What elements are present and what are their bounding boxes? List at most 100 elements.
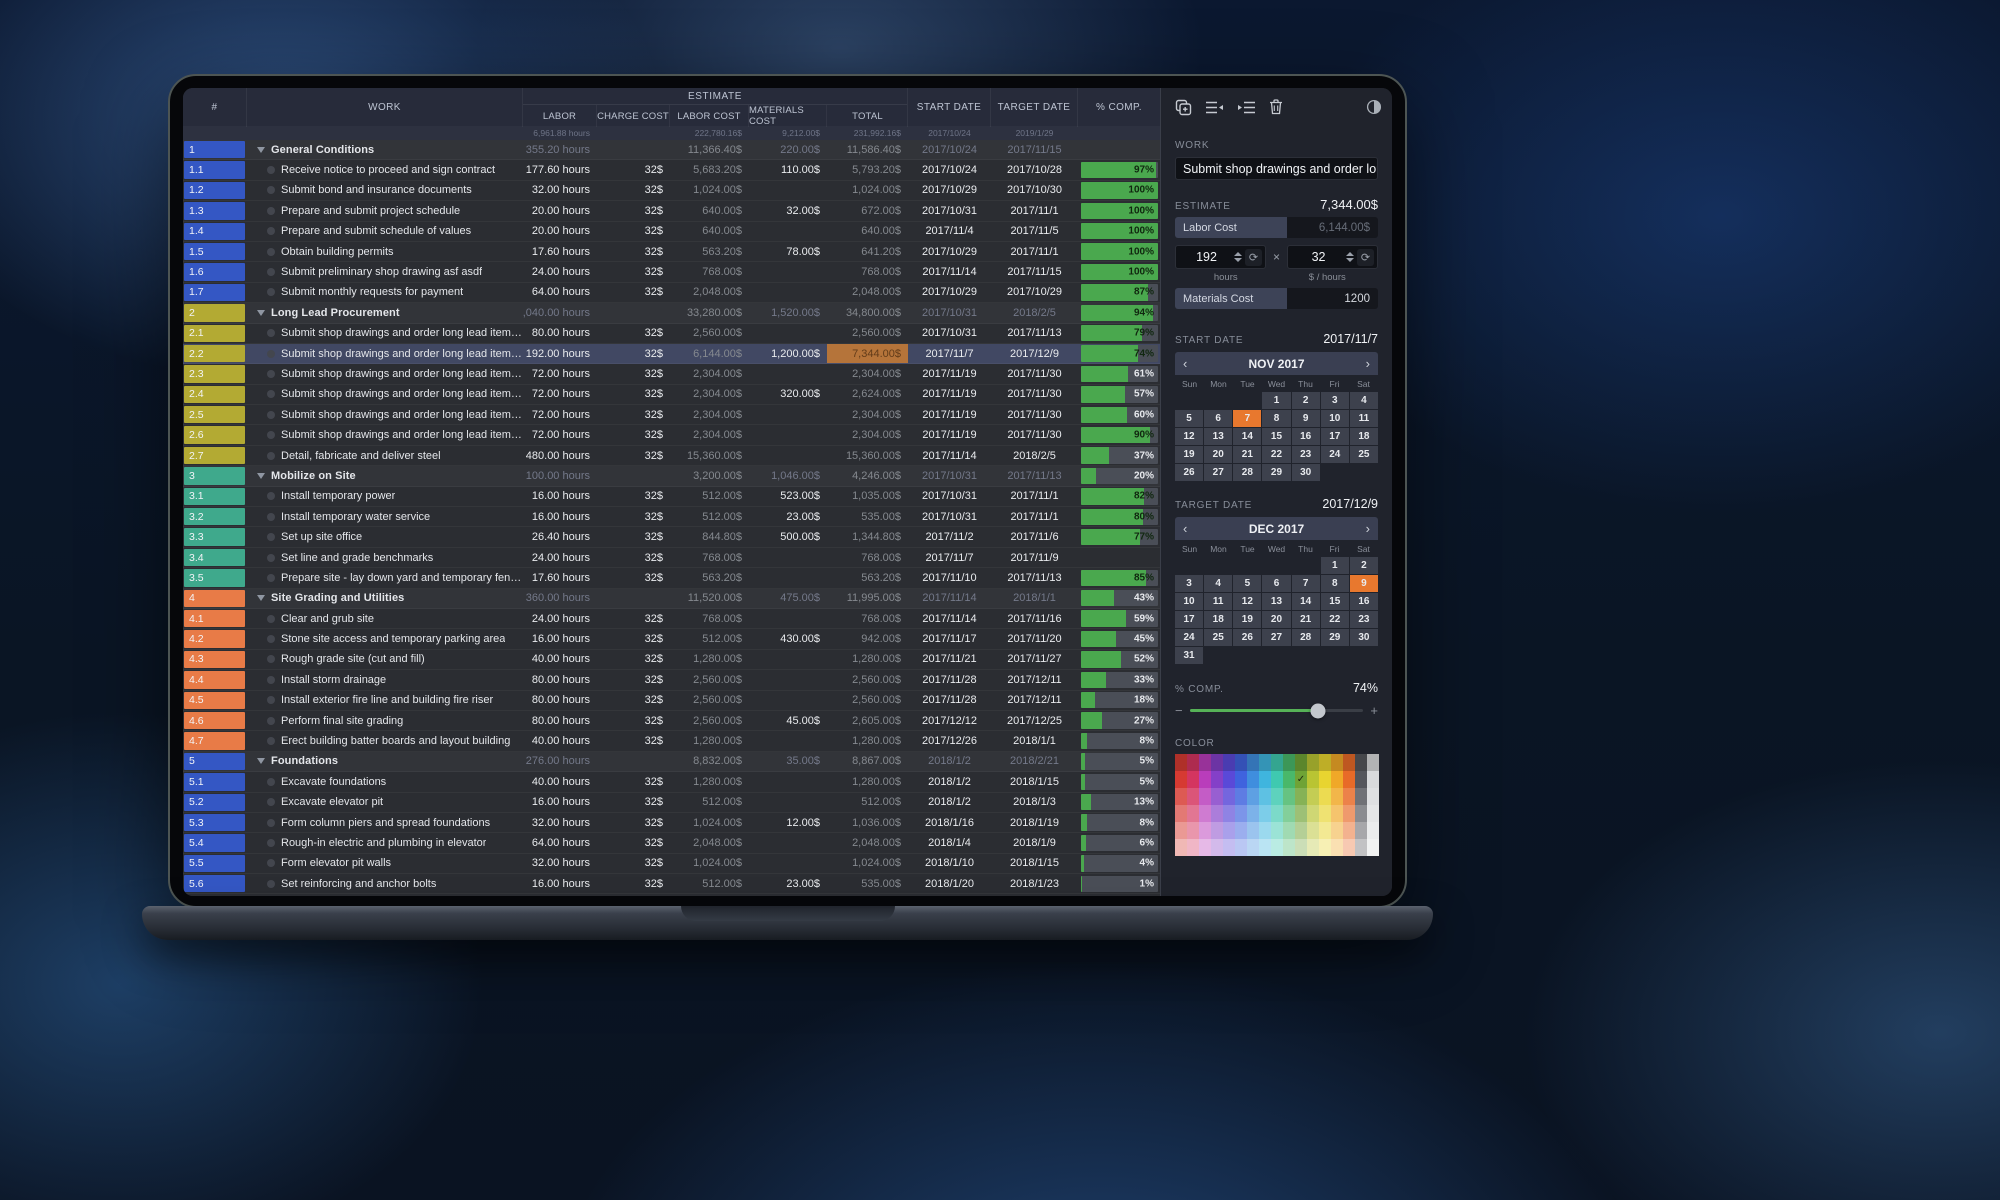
color-swatch-selected[interactable]: ✓: [1295, 771, 1307, 788]
calendar-day-cell[interactable]: 7: [1233, 410, 1261, 427]
calendar-day-cell[interactable]: 12: [1233, 593, 1261, 610]
table-row[interactable]: 2.7Detail, fabricate and deliver steel48…: [183, 446, 1160, 466]
col-header-labor-cost[interactable]: LABOR COST: [670, 105, 749, 127]
col-header-materials-cost[interactable]: MATERIALS COST: [749, 105, 827, 127]
color-swatch[interactable]: [1199, 788, 1211, 805]
color-swatch[interactable]: [1343, 839, 1355, 856]
color-swatch[interactable]: [1307, 754, 1319, 771]
color-swatch[interactable]: [1259, 839, 1271, 856]
color-swatch[interactable]: [1175, 771, 1187, 788]
calendar-day-cell[interactable]: 22: [1321, 611, 1349, 628]
color-swatch[interactable]: [1271, 754, 1283, 771]
color-swatch[interactable]: [1211, 839, 1223, 856]
color-swatch[interactable]: [1283, 754, 1295, 771]
calendar-day-cell[interactable]: 30: [1292, 464, 1320, 481]
color-swatch[interactable]: [1295, 754, 1307, 771]
outdent-icon[interactable]: [1205, 100, 1224, 115]
color-swatch[interactable]: [1211, 771, 1223, 788]
calendar-day-cell[interactable]: 23: [1292, 446, 1320, 463]
contrast-icon[interactable]: [1366, 99, 1382, 115]
calendar-day-cell[interactable]: 18: [1350, 428, 1378, 445]
hours-value[interactable]: 192: [1182, 250, 1231, 264]
calendar-day-cell[interactable]: 17: [1175, 611, 1203, 628]
color-swatch[interactable]: [1235, 822, 1247, 839]
table-row[interactable]: 1.3Prepare and submit project schedule20…: [183, 201, 1160, 221]
color-swatch[interactable]: [1307, 805, 1319, 822]
calendar-day-cell[interactable]: 12: [1175, 428, 1203, 445]
calendar-day-cell[interactable]: 1: [1262, 392, 1290, 409]
color-swatch[interactable]: [1367, 754, 1379, 771]
table-row[interactable]: 1.7Submit monthly requests for payment64…: [183, 283, 1160, 303]
calendar-day-cell[interactable]: 14: [1233, 428, 1261, 445]
table-row[interactable]: 5.5Form elevator pit walls32.00 hours32$…: [183, 854, 1160, 874]
table-row[interactable]: 3.5Prepare site - lay down yard and temp…: [183, 568, 1160, 588]
color-swatch[interactable]: [1331, 805, 1343, 822]
table-row[interactable]: 4.5Install exterior fire line and buildi…: [183, 691, 1160, 711]
color-swatch[interactable]: [1187, 771, 1199, 788]
slider-knob[interactable]: [1311, 703, 1326, 718]
color-swatch[interactable]: [1259, 754, 1271, 771]
color-swatch[interactable]: [1247, 771, 1259, 788]
calendar-day-cell[interactable]: 4: [1204, 575, 1232, 592]
rate-value[interactable]: 32: [1294, 250, 1343, 264]
color-swatch[interactable]: [1235, 788, 1247, 805]
color-swatch[interactable]: [1187, 805, 1199, 822]
color-swatch[interactable]: [1319, 805, 1331, 822]
color-swatch[interactable]: [1247, 788, 1259, 805]
color-swatch[interactable]: [1271, 839, 1283, 856]
color-swatch[interactable]: [1223, 754, 1235, 771]
color-swatch[interactable]: [1223, 771, 1235, 788]
indent-icon[interactable]: [1237, 100, 1256, 115]
calendar-day-cell[interactable]: 23: [1350, 611, 1378, 628]
slider-plus[interactable]: +: [1370, 704, 1378, 717]
rate-sync-icon[interactable]: ⟳: [1357, 249, 1374, 266]
table-row[interactable]: 4.7Erect building batter boards and layo…: [183, 731, 1160, 751]
color-swatch[interactable]: [1307, 839, 1319, 856]
color-swatch[interactable]: [1247, 754, 1259, 771]
color-swatch[interactable]: [1187, 839, 1199, 856]
calendar-day-cell[interactable]: 8: [1321, 575, 1349, 592]
table-row[interactable]: 3.3Set up site office26.40 hours32$844.8…: [183, 527, 1160, 547]
col-header-charge-cost[interactable]: CHARGE COST: [597, 105, 670, 127]
calendar-day-cell[interactable]: 2: [1292, 392, 1320, 409]
calendar-day-cell[interactable]: 15: [1262, 428, 1290, 445]
color-swatch[interactable]: [1247, 805, 1259, 822]
color-swatch[interactable]: [1367, 771, 1379, 788]
col-header-num[interactable]: #: [183, 88, 247, 127]
calendar-day-cell[interactable]: 21: [1292, 611, 1320, 628]
col-header-total[interactable]: TOTAL: [827, 105, 908, 127]
color-swatch[interactable]: [1271, 788, 1283, 805]
color-swatch[interactable]: [1223, 805, 1235, 822]
color-swatch[interactable]: [1175, 805, 1187, 822]
calendar-day-cell[interactable]: 5: [1175, 410, 1203, 427]
hours-sync-icon[interactable]: ⟳: [1245, 249, 1262, 266]
color-swatch[interactable]: [1295, 788, 1307, 805]
color-swatch[interactable]: [1211, 788, 1223, 805]
calendar-day-cell[interactable]: 9: [1292, 410, 1320, 427]
calendar-day-cell[interactable]: 27: [1204, 464, 1232, 481]
color-swatch[interactable]: [1259, 805, 1271, 822]
col-header-start-date[interactable]: START DATE: [908, 88, 991, 127]
table-row[interactable]: 2.4Submit shop drawings and order long l…: [183, 385, 1160, 405]
table-row[interactable]: 1.4Prepare and submit schedule of values…: [183, 222, 1160, 242]
hours-stepper[interactable]: 192 ⟳: [1175, 245, 1266, 269]
color-swatch[interactable]: [1331, 754, 1343, 771]
table-row[interactable]: 5.1Excavate foundations40.00 hours32$1,2…: [183, 772, 1160, 792]
color-swatch[interactable]: [1367, 839, 1379, 856]
calendar-day-cell[interactable]: 21: [1233, 446, 1261, 463]
slider-minus[interactable]: −: [1175, 704, 1183, 717]
calendar-day-cell[interactable]: 26: [1233, 629, 1261, 646]
color-swatch[interactable]: [1259, 822, 1271, 839]
color-swatch[interactable]: [1199, 805, 1211, 822]
calendar-day-cell[interactable]: 29: [1262, 464, 1290, 481]
slider-track[interactable]: [1190, 709, 1364, 712]
color-swatch[interactable]: [1211, 805, 1223, 822]
calendar-day-cell[interactable]: 16: [1292, 428, 1320, 445]
calendar-day-cell[interactable]: 24: [1175, 629, 1203, 646]
color-swatch[interactable]: [1175, 788, 1187, 805]
table-row[interactable]: 1.5Obtain building permits17.60 hours32$…: [183, 242, 1160, 262]
color-swatch[interactable]: [1175, 839, 1187, 856]
color-swatch[interactable]: [1343, 822, 1355, 839]
table-row[interactable]: 2.1Submit shop drawings and order long l…: [183, 324, 1160, 344]
calendar-day-cell[interactable]: 8: [1262, 410, 1290, 427]
